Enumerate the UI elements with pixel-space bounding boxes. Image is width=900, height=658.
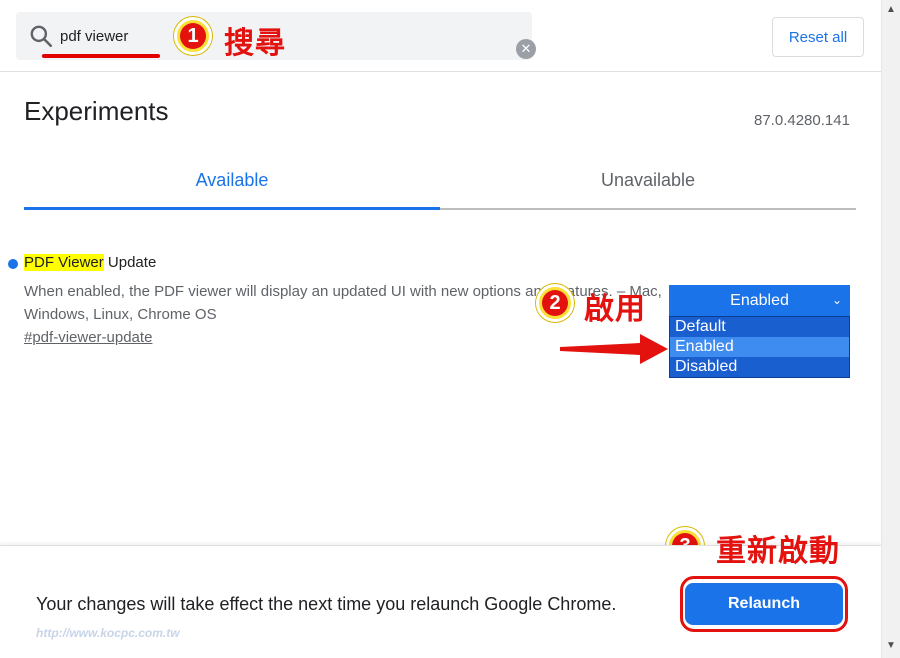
step-2-badge: 2	[536, 284, 574, 322]
modified-indicator-dot	[8, 259, 18, 269]
experiment-title: PDF Viewer Update	[24, 254, 156, 271]
step-1-number: 1	[180, 23, 206, 49]
step-1-label: 搜尋	[224, 26, 286, 61]
version-label: 87.0.4280.141	[754, 112, 850, 129]
clear-search-icon[interactable]: ✕	[516, 39, 536, 59]
step-1-badge: 1	[174, 17, 212, 55]
scroll-up-icon[interactable]: ▲	[886, 4, 896, 15]
tab-unavailable[interactable]: Unavailable	[440, 160, 856, 210]
experiment-title-rest: Update	[103, 254, 157, 271]
scroll-down-icon[interactable]: ▼	[886, 640, 896, 651]
step-3-label: 重新啟動	[716, 534, 840, 569]
experiment-select[interactable]: Enabled ⌄	[669, 285, 850, 316]
vertical-scrollbar[interactable]: ▲ ▼	[881, 0, 900, 658]
relaunch-message: Your changes will take effect the next t…	[36, 594, 617, 614]
option-enabled[interactable]: Enabled	[670, 337, 849, 357]
search-annotation-underline	[42, 54, 160, 58]
experiment-title-highlight: PDF Viewer	[24, 254, 104, 271]
chevron-down-icon: ⌄	[831, 293, 842, 307]
step-2-number: 2	[542, 290, 568, 316]
watermark: http://www.kocpc.com.tw	[36, 626, 180, 640]
experiment-select-value: Enabled	[730, 292, 789, 309]
option-default[interactable]: Default	[670, 317, 849, 337]
annotation-arrow-icon	[560, 334, 668, 364]
reset-all-button[interactable]: Reset all	[772, 17, 864, 57]
page-title: Experiments	[24, 96, 169, 126]
tab-available[interactable]: Available	[24, 160, 440, 210]
select-dropdown-list: Default Enabled Disabled	[669, 316, 850, 378]
experiment-link[interactable]: #pdf-viewer-update	[24, 329, 152, 346]
step-2-label: 啟用	[584, 292, 646, 327]
search-header: ✕ Reset all	[0, 0, 881, 72]
search-icon	[30, 25, 53, 48]
relaunch-button[interactable]: Relaunch	[685, 583, 843, 625]
relaunch-annotation-frame: Relaunch	[680, 576, 848, 632]
option-disabled[interactable]: Disabled	[670, 357, 849, 377]
